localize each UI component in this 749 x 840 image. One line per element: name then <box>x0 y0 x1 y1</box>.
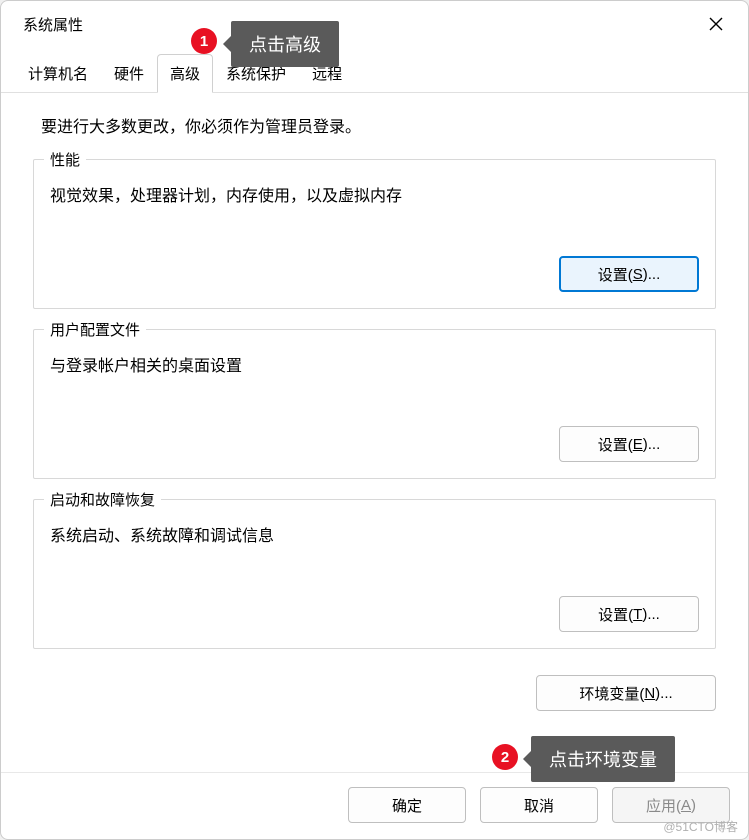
desc-user-profile: 与登录帐户相关的桌面设置 <box>50 352 699 376</box>
btn-row-user-profile: 设置(E)... <box>50 426 699 462</box>
settings-button-startup-recovery[interactable]: 设置(T)... <box>559 596 699 632</box>
cancel-button[interactable]: 取消 <box>480 787 598 823</box>
dialog-title: 系统属性 <box>23 14 83 35</box>
tab-computer-name[interactable]: 计算机名 <box>15 54 101 93</box>
environment-variables-button[interactable]: 环境变量(N)... <box>536 675 716 711</box>
desc-performance: 视觉效果，处理器计划，内存使用，以及虚拟内存 <box>50 182 699 206</box>
system-properties-dialog: 系统属性 计算机名 硬件 高级 系统保护 远程 要进行大多数更改，你必须作为管理… <box>0 0 749 840</box>
admin-note: 要进行大多数更改，你必须作为管理员登录。 <box>33 113 716 137</box>
tab-advanced[interactable]: 高级 <box>157 54 213 93</box>
fieldset-startup-recovery: 启动和故障恢复 系统启动、系统故障和调试信息 设置(T)... <box>33 499 716 649</box>
tab-strip: 计算机名 硬件 高级 系统保护 远程 <box>1 53 748 93</box>
dialog-footer: 确定 取消 应用(A) <box>1 772 748 839</box>
btn-row-startup-recovery: 设置(T)... <box>50 596 699 632</box>
fieldset-user-profile: 用户配置文件 与登录帐户相关的桌面设置 设置(E)... <box>33 329 716 479</box>
settings-button-performance[interactable]: 设置(S)... <box>559 256 699 292</box>
settings-button-user-profile[interactable]: 设置(E)... <box>559 426 699 462</box>
tab-content-advanced: 要进行大多数更改，你必须作为管理员登录。 性能 视觉效果，处理器计划，内存使用，… <box>1 93 748 772</box>
annotation-tooltip-1: 点击高级 <box>231 21 339 67</box>
annotation-badge-1: 1 <box>191 28 217 54</box>
close-icon <box>709 17 723 31</box>
btn-row-performance: 设置(S)... <box>50 256 699 292</box>
desc-startup-recovery: 系统启动、系统故障和调试信息 <box>50 522 699 546</box>
annotation-tooltip-2: 点击环境变量 <box>531 736 675 782</box>
legend-user-profile: 用户配置文件 <box>44 319 146 340</box>
titlebar: 系统属性 <box>1 1 748 43</box>
legend-performance: 性能 <box>44 149 86 170</box>
watermark: @51CTO博客 <box>663 818 738 835</box>
legend-startup-recovery: 启动和故障恢复 <box>44 489 161 510</box>
env-vars-row: 环境变量(N)... <box>33 675 716 711</box>
close-button[interactable] <box>698 10 734 38</box>
fieldset-performance: 性能 视觉效果，处理器计划，内存使用，以及虚拟内存 设置(S)... <box>33 159 716 309</box>
annotation-badge-2: 2 <box>492 744 518 770</box>
tab-hardware[interactable]: 硬件 <box>101 54 157 93</box>
ok-button[interactable]: 确定 <box>348 787 466 823</box>
